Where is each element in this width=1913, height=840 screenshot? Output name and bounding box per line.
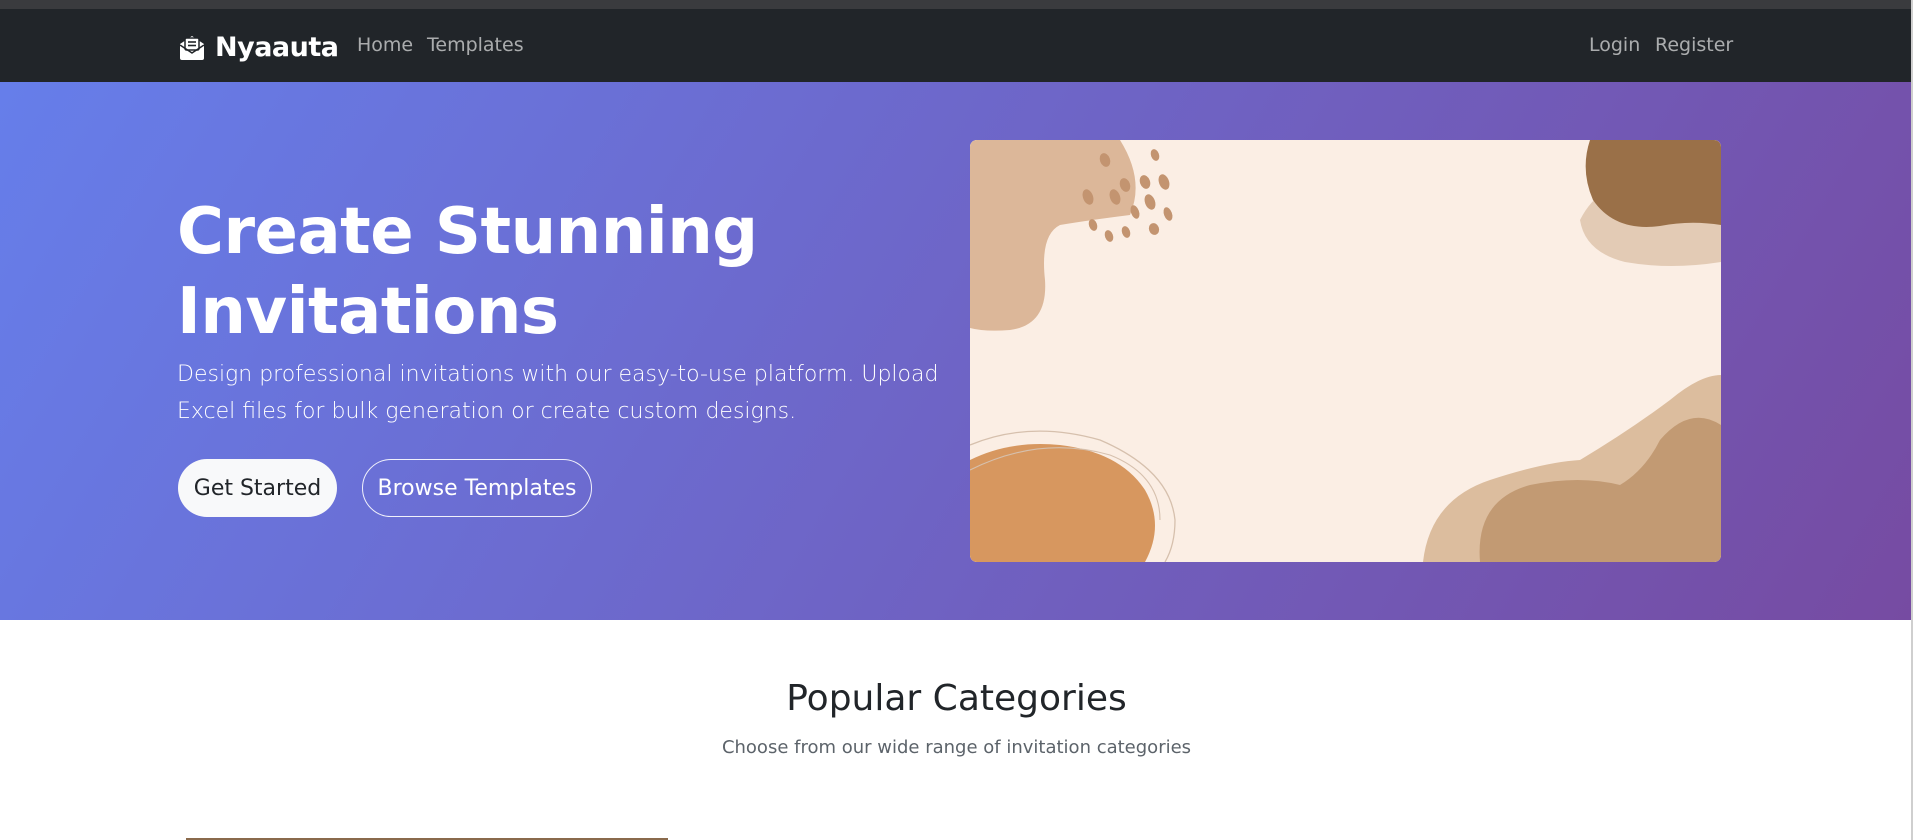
categories-subtitle: Choose from our wide range of invitation…	[721, 737, 1192, 758]
navbar: Nyaauta Home Templates Login Register	[0, 9, 1913, 82]
get-started-button[interactable]: Get Started	[178, 459, 337, 517]
nav-link-home[interactable]: Home	[357, 34, 413, 56]
categories-title: Popular Categories	[786, 678, 1127, 719]
brand-name: Nyaauta	[215, 31, 339, 63]
browse-templates-button[interactable]: Browse Templates	[362, 459, 592, 517]
hero-subtitle: Design professional invitations with our…	[177, 362, 939, 424]
brand-link[interactable]: Nyaauta	[177, 30, 339, 64]
nav-link-login[interactable]: Login	[1589, 34, 1640, 56]
hero-image	[970, 140, 1721, 562]
nav-link-register[interactable]: Register	[1655, 34, 1733, 56]
hero-section: Create Stunning Invitations Design profe…	[0, 82, 1913, 620]
window-top-strip	[0, 0, 1913, 9]
nav-link-templates[interactable]: Templates	[427, 34, 524, 56]
envelope-open-icon	[177, 32, 207, 62]
hero-title: Create Stunning Invitations	[177, 195, 758, 349]
